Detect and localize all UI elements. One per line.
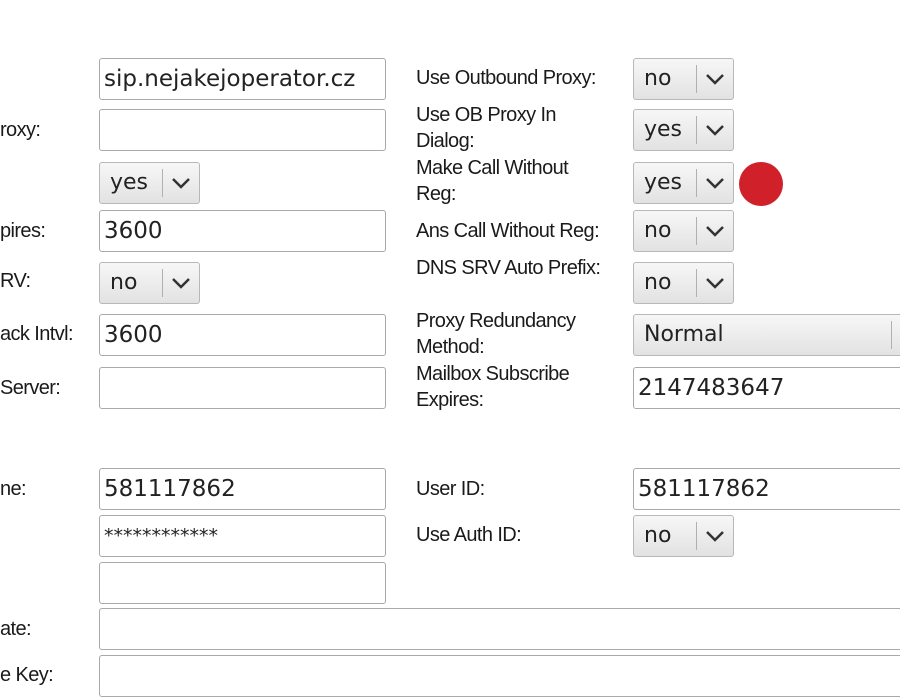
call-without-reg-label: Make Call Without Reg:	[416, 157, 569, 205]
srv-label: RV:	[0, 270, 31, 292]
call-without-reg-select[interactable]: yes	[633, 162, 734, 204]
chevron-down-icon	[172, 278, 190, 289]
select-value: no	[644, 66, 672, 91]
select-value: Normal	[644, 322, 724, 347]
outbound-proxy-select[interactable]: no	[633, 58, 734, 100]
ack-interval-field[interactable]: 3600	[99, 314, 386, 356]
select-value: yes	[644, 170, 683, 195]
proxy-label: roxy:	[0, 119, 41, 141]
server2-label: Server:	[0, 377, 61, 399]
password-field[interactable]: ************	[99, 515, 386, 557]
key-label: e Key:	[0, 664, 54, 686]
user-id-field[interactable]: 581117862	[633, 468, 900, 510]
select-divider	[891, 321, 892, 349]
ob-proxy-dialog-label: Use OB Proxy In Dialog:	[416, 104, 557, 152]
dns-srv-label: DNS SRV Auto Prefix:	[416, 257, 601, 279]
expires-label: pires:	[0, 220, 46, 242]
name-field[interactable]: 581117862	[99, 468, 386, 510]
state-field[interactable]	[99, 608, 900, 650]
ans-call-select[interactable]: no	[633, 210, 734, 252]
select-value: yes	[110, 170, 149, 195]
server2-field[interactable]	[99, 367, 386, 409]
user-id-label: User ID:	[416, 478, 485, 500]
proxy-redundancy-label: Proxy Redundancy Method:	[416, 310, 576, 358]
mailbox-expires-field[interactable]: 2147483647	[633, 367, 900, 409]
select-value: no	[644, 270, 672, 295]
auth-id-select[interactable]: no	[633, 515, 734, 557]
outbound-proxy-label: Use Outbound Proxy:	[416, 67, 596, 89]
select-value: no	[110, 270, 138, 295]
chevron-down-icon	[706, 74, 724, 85]
select-value: no	[644, 523, 672, 548]
proxy-redundancy-select[interactable]: Normal	[633, 314, 900, 356]
ob-proxy-dialog-select[interactable]: yes	[633, 109, 734, 151]
red-dot-marker	[739, 162, 783, 206]
auth-id-label: Use Auth ID:	[416, 524, 522, 546]
name-label: ne:	[0, 478, 27, 500]
key-field[interactable]	[99, 655, 900, 697]
chevron-down-icon	[706, 531, 724, 542]
select-value: no	[644, 218, 672, 243]
server-field[interactable]: sip.nejakejoperator.cz	[99, 58, 386, 100]
dns-srv-select[interactable]: no	[633, 262, 734, 304]
blank-field[interactable]	[99, 562, 386, 604]
chevron-down-icon	[706, 125, 724, 136]
ack-interval-label: ack Intvl:	[0, 323, 74, 345]
mailbox-expires-label: Mailbox Subscribe Expires:	[416, 363, 570, 411]
state-label: ate:	[0, 618, 32, 640]
expires-field[interactable]: 3600	[99, 210, 386, 252]
yes-no-select-left[interactable]: yes	[99, 162, 200, 204]
chevron-down-icon	[706, 278, 724, 289]
select-value: yes	[644, 117, 683, 142]
ans-call-label: Ans Call Without Reg:	[416, 220, 600, 242]
chevron-down-icon	[706, 178, 724, 189]
chevron-down-icon	[706, 226, 724, 237]
srv-select[interactable]: no	[99, 262, 200, 304]
proxy-field[interactable]	[99, 109, 386, 151]
chevron-down-icon	[172, 178, 190, 189]
